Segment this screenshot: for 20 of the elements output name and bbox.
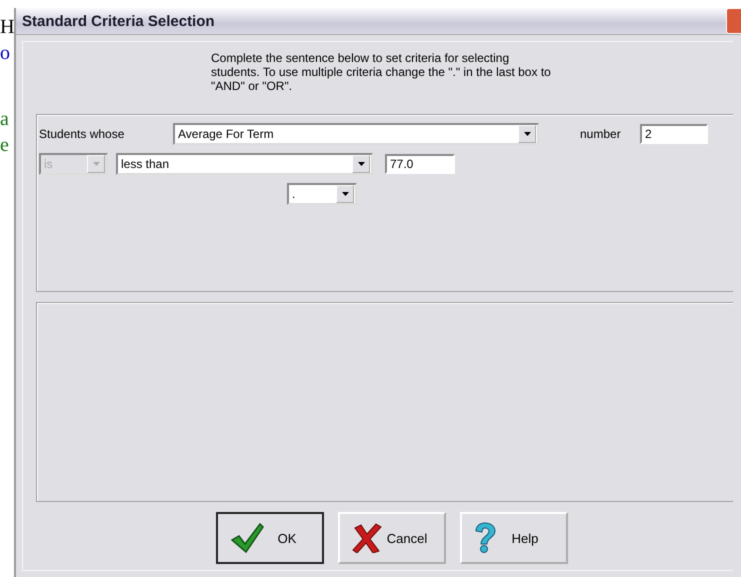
window-title: Standard Criteria Selection — [22, 12, 215, 30]
background-text: H — [0, 15, 14, 40]
background-text: a — [0, 107, 10, 132]
help-button[interactable]: Help — [460, 512, 568, 564]
dropdown[interactable]: less than — [116, 153, 373, 175]
check-icon — [230, 522, 264, 554]
x-icon — [352, 523, 382, 553]
subject-label: Students whose — [39, 127, 126, 141]
close-button[interactable] — [726, 8, 741, 34]
background-text: e — [0, 133, 10, 158]
number-label: number — [580, 127, 622, 141]
instructions-text: Complete the sentence below to set criteria for selecting students. To use multiple criteria change the "." in the last box to "AND" or "OR". — [211, 51, 551, 93]
background-text: o — [0, 41, 11, 66]
threshold-field[interactable]: 77.0 — [385, 154, 455, 174]
dropdown[interactable]: . — [287, 183, 357, 205]
dropdown[interactable]: Average For Term — [173, 123, 539, 145]
ok-button[interactable]: OK — [216, 512, 324, 564]
question-icon — [474, 522, 496, 554]
cancel-button[interactable]: Cancel — [338, 512, 446, 564]
number-field[interactable]: 2 — [640, 124, 708, 144]
